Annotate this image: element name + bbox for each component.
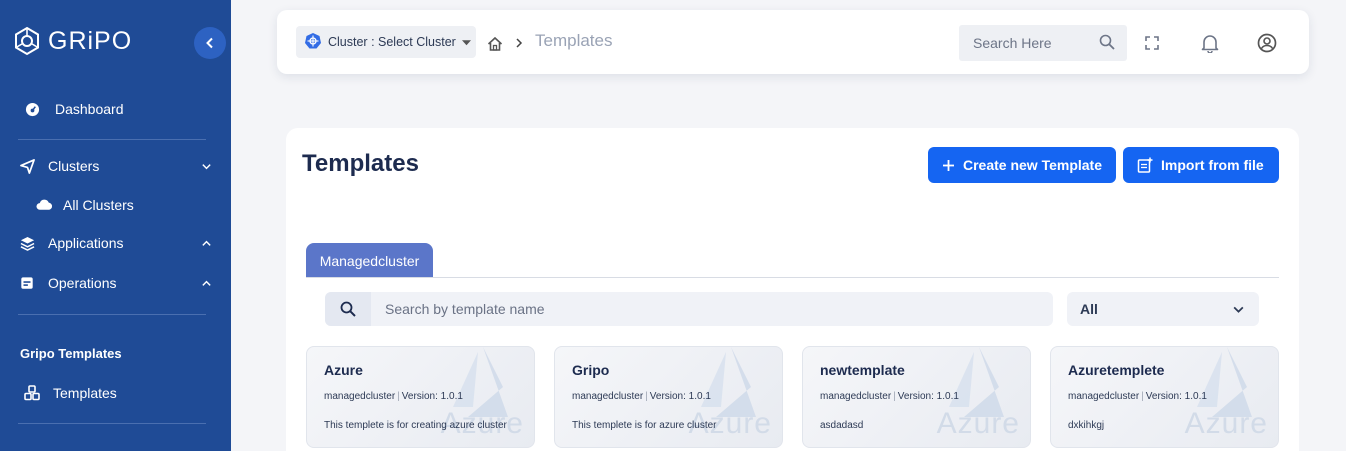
sidebar-item-label: Operations — [48, 275, 117, 291]
template-search — [325, 292, 1053, 326]
breadcrumb-current: Templates — [535, 31, 613, 50]
bell-icon[interactable] — [1199, 32, 1221, 54]
template-type: managedcluster — [324, 391, 396, 402]
sidebar-item-label: All Clusters — [63, 197, 134, 213]
sidebar-item-dashboard[interactable]: Dashboard — [0, 100, 231, 118]
meta-separator: | — [1141, 391, 1144, 402]
template-version: Version: 1.0.1 — [1145, 391, 1207, 402]
template-description: This templete is for creating azure clus… — [324, 420, 507, 431]
template-name: Azuretemplete — [1068, 362, 1165, 378]
template-meta: managedcluster | Version: 1.0.1 — [572, 391, 711, 402]
brand-logo[interactable]: GRiPO — [12, 26, 132, 56]
template-name: Gripo — [572, 362, 610, 378]
template-card[interactable]: Azure newtemplate managedcluster | Version… — [802, 346, 1031, 448]
meta-separator: | — [397, 391, 400, 402]
template-type: managedcluster — [820, 391, 892, 402]
dashboard-icon — [23, 100, 41, 118]
sidebar-item-clusters[interactable]: Clusters — [0, 157, 231, 175]
chevron-right-icon — [515, 38, 523, 48]
meta-separator: | — [893, 391, 896, 402]
plus-icon — [942, 159, 955, 172]
template-card[interactable]: Azure Azure managedcluster | Version: 1.0.… — [306, 346, 535, 448]
sidebar-item-label: Applications — [48, 235, 124, 251]
tab-divider — [306, 277, 1279, 278]
template-name: newtemplate — [820, 362, 905, 378]
chevron-down-icon — [199, 159, 213, 173]
import-file-label: Import from file — [1161, 157, 1264, 173]
sidebar-divider — [18, 314, 206, 315]
sidebar-collapse-button[interactable] — [194, 27, 226, 59]
template-card[interactable]: Azure Azuretemplete managedcluster | Versi… — [1050, 346, 1279, 448]
cluster-select-label: Cluster : Select Cluster — [328, 35, 456, 49]
meta-separator: | — [645, 391, 648, 402]
page-title: Templates — [302, 150, 419, 177]
sidebar-item-applications[interactable]: Applications — [0, 234, 231, 252]
template-description: dxkihkgj — [1068, 420, 1105, 431]
sidebar-item-label: Dashboard — [55, 101, 124, 117]
template-filter-select[interactable]: All — [1067, 292, 1259, 326]
sidebar-item-all-clusters[interactable]: All Clusters — [0, 196, 231, 214]
template-version: Version: 1.0.1 — [649, 391, 711, 402]
top-search-input[interactable]: Search Here — [959, 25, 1127, 61]
calendar-icon — [18, 274, 36, 292]
template-meta: managedcluster | Version: 1.0.1 — [324, 391, 463, 402]
breadcrumb: Templates — [487, 30, 612, 52]
chevron-down-icon — [1232, 303, 1245, 319]
sidebar-item-operations[interactable]: Operations — [0, 274, 231, 292]
template-name: Azure — [324, 362, 363, 378]
tab-managedcluster[interactable]: Managedcluster — [306, 243, 433, 278]
sidebar-item-label: Templates — [53, 385, 117, 401]
sidebar: GRiPO Dashboard Clusters All Clusters Ap… — [0, 0, 231, 451]
user-profile-icon[interactable] — [1256, 32, 1278, 54]
template-meta: managedcluster | Version: 1.0.1 — [820, 391, 959, 402]
file-import-icon — [1137, 157, 1153, 173]
send-icon — [18, 157, 36, 175]
cloud-icon — [35, 196, 53, 214]
caret-down-icon — [461, 35, 471, 49]
template-version: Version: 1.0.1 — [897, 391, 959, 402]
kubernetes-icon — [304, 32, 322, 53]
chevron-left-icon — [206, 37, 213, 49]
cubes-icon — [23, 384, 41, 402]
create-template-button[interactable]: Create new Template — [928, 147, 1117, 183]
import-file-button[interactable]: Import from file — [1123, 147, 1279, 183]
sidebar-item-label: Clusters — [48, 158, 100, 174]
sidebar-divider — [18, 423, 206, 424]
gripo-logo-icon — [15, 26, 39, 56]
brand-name: GRiPO — [48, 26, 133, 55]
template-description: asdadasd — [820, 420, 864, 431]
filter-value: All — [1080, 301, 1098, 317]
sidebar-section-title: Gripo Templates — [20, 346, 122, 361]
azure-watermark: Azure — [936, 407, 1020, 440]
fullscreen-icon[interactable] — [1141, 32, 1163, 54]
home-icon[interactable] — [487, 36, 503, 52]
template-search-input[interactable] — [385, 301, 985, 317]
topbar: Cluster : Select Cluster Templates Searc… — [277, 10, 1309, 74]
search-icon[interactable] — [1099, 34, 1115, 53]
template-meta: managedcluster | Version: 1.0.1 — [1068, 391, 1207, 402]
cluster-select[interactable]: Cluster : Select Cluster — [296, 26, 476, 58]
template-description: This templete is for azure cluster — [572, 420, 717, 431]
chevron-up-icon — [199, 236, 213, 250]
template-type: managedcluster — [1068, 391, 1140, 402]
sidebar-item-templates[interactable]: Templates — [0, 384, 231, 402]
template-version: Version: 1.0.1 — [401, 391, 463, 402]
templates-panel: Templates Create new Template Import fro… — [286, 128, 1299, 451]
search-icon[interactable] — [325, 292, 371, 326]
create-template-label: Create new Template — [963, 157, 1103, 173]
chevron-up-icon — [199, 276, 213, 290]
layers-icon — [18, 234, 36, 252]
azure-watermark: Azure — [1184, 407, 1268, 440]
sidebar-divider — [18, 139, 206, 140]
template-card[interactable]: Azure Gripo managedcluster | Version: 1.0.… — [554, 346, 783, 448]
top-search-placeholder: Search Here — [973, 35, 1052, 51]
template-type: managedcluster — [572, 391, 644, 402]
